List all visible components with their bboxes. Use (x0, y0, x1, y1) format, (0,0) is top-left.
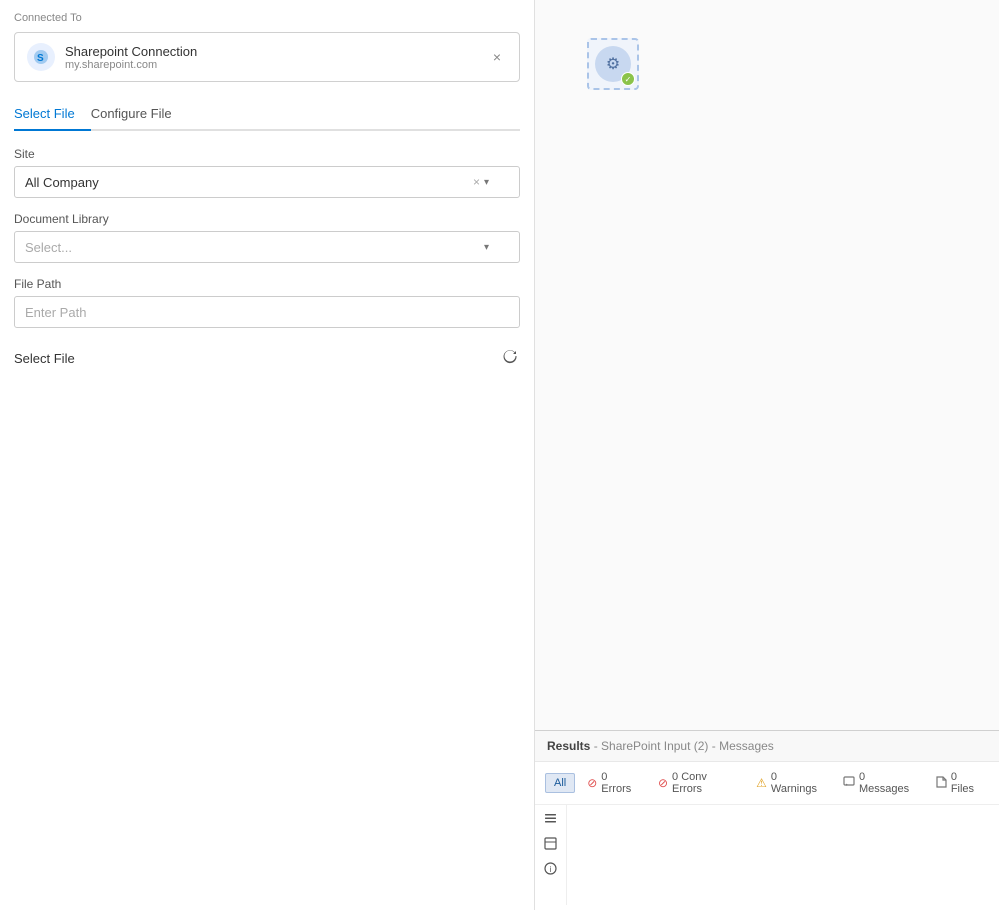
file-path-label: File Path (14, 277, 520, 291)
conv-errors-icon: ⊘ (658, 776, 668, 790)
node-badge: ✓ (621, 72, 635, 86)
refresh-icon (502, 348, 518, 364)
messages-icon (843, 776, 855, 791)
results-content (567, 805, 999, 905)
document-library-field-group: Document Library Select... ▾ (14, 212, 520, 263)
results-title: Results (547, 739, 590, 753)
document-library-label: Document Library (14, 212, 520, 226)
list-icon (544, 812, 557, 825)
close-connection-button[interactable]: × (487, 47, 507, 67)
stat-warnings[interactable]: ⚠ 0 Warnings (748, 768, 831, 798)
tab-configure-file[interactable]: Configure File (91, 98, 188, 131)
results-detail-button[interactable] (541, 834, 560, 853)
warnings-icon: ⚠ (756, 776, 767, 790)
site-select[interactable]: All Company × ▾ (14, 166, 520, 198)
messages-label: 0 Messages (859, 771, 915, 795)
errors-label: 0 Errors (601, 771, 638, 795)
results-header: Results - SharePoint Input (2) - Message… (535, 731, 999, 762)
left-panel: Connected To S Sharepoint Connection my.… (0, 0, 535, 910)
files-label: 0 Files (951, 771, 981, 795)
doc-lib-controls: ▾ (484, 242, 489, 253)
detail-icon (544, 837, 557, 850)
site-select-arrow-icon: ▾ (484, 177, 489, 188)
results-info-button[interactable]: i (541, 859, 560, 878)
connection-info: S Sharepoint Connection my.sharepoint.co… (27, 43, 197, 71)
info-icon: i (544, 862, 557, 875)
sharepoint-node[interactable]: ⚙ ✓ (587, 38, 639, 90)
site-select-controls: × ▾ (473, 175, 489, 189)
document-library-select[interactable]: Select... ▾ (14, 231, 520, 263)
file-path-field-group: File Path (14, 277, 520, 328)
file-tabs: Select File Configure File (14, 98, 520, 131)
results-subtitle: - SharePoint Input (2) - Messages (594, 739, 774, 753)
connection-name: Sharepoint Connection (65, 44, 197, 59)
refresh-button[interactable] (500, 346, 520, 371)
select-file-row: Select File (14, 346, 520, 371)
errors-icon: ⊘ (587, 776, 597, 790)
files-icon (935, 776, 947, 791)
right-panel: ⚙ ✓ Results - SharePoint Input (2) - Mes… (535, 0, 999, 910)
document-library-placeholder: Select... (25, 240, 484, 255)
node-inner: ⚙ ✓ (595, 46, 631, 82)
conv-errors-label: 0 Conv Errors (672, 771, 736, 795)
site-select-clear[interactable]: × (473, 175, 480, 189)
doc-lib-arrow-icon: ▾ (484, 242, 489, 253)
svg-text:S: S (37, 53, 44, 64)
results-toolbar: All ⊘ 0 Errors ⊘ 0 Conv Errors ⚠ 0 Warni… (535, 762, 999, 805)
connection-details: Sharepoint Connection my.sharepoint.com (65, 44, 197, 71)
connected-to-label: Connected To (14, 12, 520, 24)
site-select-value: All Company (25, 175, 473, 190)
site-field-group: Site All Company × ▾ (14, 147, 520, 198)
results-list-button[interactable] (541, 809, 560, 828)
stat-conv-errors[interactable]: ⊘ 0 Conv Errors (650, 768, 744, 798)
canvas-area: ⚙ ✓ (535, 0, 999, 730)
document-library-select-wrapper: Select... ▾ (14, 231, 520, 263)
connection-url: my.sharepoint.com (65, 59, 197, 71)
results-panel: Results - SharePoint Input (2) - Message… (535, 730, 999, 910)
tab-select-file[interactable]: Select File (14, 98, 91, 131)
results-all-button[interactable]: All (545, 773, 575, 793)
stat-errors[interactable]: ⊘ 0 Errors (579, 768, 646, 798)
stat-files[interactable]: 0 Files (927, 768, 989, 798)
node-gear-icon: ⚙ (606, 54, 620, 74)
results-side-buttons: i (535, 805, 567, 905)
sharepoint-icon: S (27, 43, 55, 71)
select-file-label: Select File (14, 351, 75, 366)
connection-card: S Sharepoint Connection my.sharepoint.co… (14, 32, 520, 82)
warnings-label: 0 Warnings (771, 771, 823, 795)
svg-text:i: i (550, 865, 552, 874)
site-label: Site (14, 147, 520, 161)
stat-messages[interactable]: 0 Messages (835, 768, 923, 798)
file-path-input[interactable] (14, 296, 520, 328)
results-body: i (535, 805, 999, 905)
